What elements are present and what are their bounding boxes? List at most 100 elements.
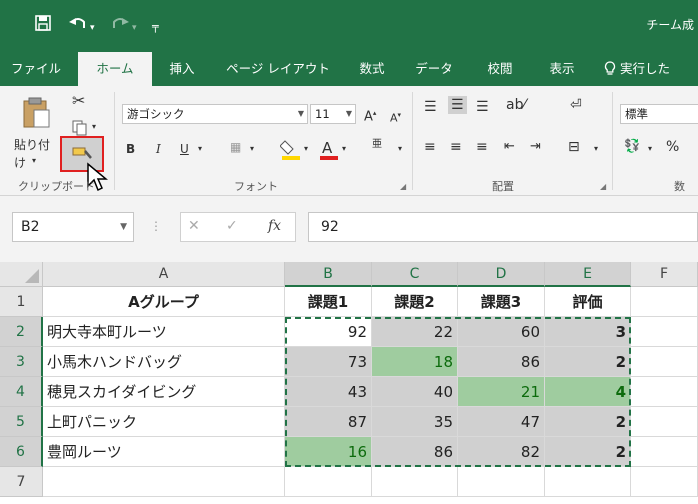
header-cell-task3[interactable]: 課題3 [458, 287, 545, 317]
score-cell[interactable]: 86 [458, 347, 545, 377]
evaluation-cell[interactable]: 3 [545, 317, 631, 347]
font-dialog-launcher-icon[interactable]: ◢ [400, 182, 406, 191]
score-cell-highlighted[interactable]: 21 [458, 377, 545, 407]
undo-icon[interactable] [68, 14, 88, 37]
alignment-dialog-launcher-icon[interactable]: ◢ [600, 182, 606, 191]
orientation-icon[interactable]: ab⁄ [506, 96, 526, 114]
empty-cell[interactable] [545, 467, 631, 497]
tab-page-layout[interactable]: ページ レイアウト [214, 52, 342, 86]
undo-dropdown-icon[interactable]: ▾ [90, 18, 95, 38]
increase-indent-icon[interactable]: ⇥ [530, 138, 541, 156]
column-header-d[interactable]: D [458, 262, 545, 287]
align-middle-icon[interactable]: ☰ [448, 96, 467, 114]
team-name-cell[interactable]: 上町パニック [43, 407, 285, 437]
customize-qat-icon[interactable]: ╤ [152, 17, 159, 37]
score-cell[interactable]: 87 [285, 407, 372, 437]
insert-function-icon[interactable]: fx [268, 212, 281, 242]
header-cell-task1[interactable]: 課題1 [285, 287, 372, 317]
decrease-indent-icon[interactable]: ⇤ [504, 138, 515, 156]
score-cell[interactable]: 47 [458, 407, 545, 437]
row-header-5[interactable]: 5 [0, 407, 43, 437]
team-name-cell[interactable]: 小馬木ハンドバッグ [43, 347, 285, 377]
align-center-icon[interactable]: ≡ [450, 138, 462, 156]
cut-icon[interactable]: ✂ [72, 92, 85, 110]
accounting-format-icon[interactable]: 💱 [624, 138, 640, 156]
empty-cell[interactable] [372, 467, 458, 497]
paste-button[interactable]: 貼り付け ▾ [8, 90, 60, 170]
row-header-7[interactable]: 7 [0, 467, 43, 497]
percent-style-button[interactable]: % [666, 138, 679, 156]
align-top-icon[interactable]: ☰ [424, 98, 437, 116]
name-box[interactable]: B2 ▼ [12, 212, 134, 242]
formula-input[interactable]: 92 [308, 212, 698, 242]
score-cell[interactable]: 43 [285, 377, 372, 407]
team-name-cell[interactable]: 豊岡ルーツ [43, 437, 285, 467]
tab-file[interactable]: ファイル [8, 52, 64, 86]
score-cell[interactable]: 82 [458, 437, 545, 467]
wrap-text-icon[interactable]: ⏎ [570, 96, 582, 114]
phonetic-dropdown-icon[interactable]: ▾ [398, 140, 402, 158]
decrease-font-size-icon[interactable]: A▾ [390, 106, 401, 128]
accounting-dropdown-icon[interactable]: ▾ [648, 140, 652, 158]
tab-review[interactable]: 校閲 [478, 52, 522, 86]
row-header-2[interactable]: 2 [0, 317, 43, 347]
save-icon[interactable] [34, 14, 52, 37]
empty-cell[interactable] [631, 347, 698, 377]
cancel-entry-icon[interactable]: ✕ [188, 212, 200, 242]
header-cell-group[interactable]: Aグループ [43, 287, 285, 317]
header-cell-eval[interactable]: 評価 [545, 287, 631, 317]
tab-insert[interactable]: 挿入 [160, 52, 204, 86]
score-cell-highlighted[interactable]: 16 [285, 437, 372, 467]
empty-cell[interactable] [631, 407, 698, 437]
empty-cell[interactable] [43, 467, 285, 497]
evaluation-cell[interactable]: 2 [545, 407, 631, 437]
tab-view[interactable]: 表示 [540, 52, 584, 86]
header-cell-task2[interactable]: 課題2 [372, 287, 458, 317]
select-all-button[interactable] [0, 262, 43, 287]
font-family-select[interactable]: 游ゴシック ▼ [122, 104, 308, 124]
score-cell[interactable]: 60 [458, 317, 545, 347]
merge-dropdown-icon[interactable]: ▾ [594, 140, 598, 158]
underline-dropdown-icon[interactable]: ▾ [198, 140, 202, 158]
borders-icon[interactable]: ▦ [230, 138, 241, 156]
evaluation-cell-highlighted[interactable]: 4 [545, 377, 631, 407]
tell-me-box[interactable]: 実行した [604, 52, 698, 86]
empty-cell[interactable] [631, 377, 698, 407]
evaluation-cell[interactable]: 2 [545, 437, 631, 467]
increase-font-size-icon[interactable]: A▴ [364, 104, 376, 126]
team-name-cell[interactable]: 穂見スカイダイビング [43, 377, 285, 407]
font-color-dropdown-icon[interactable]: ▾ [342, 140, 346, 158]
borders-dropdown-icon[interactable]: ▾ [250, 140, 254, 158]
bold-icon[interactable]: B [126, 140, 135, 158]
fill-color-icon[interactable] [279, 138, 302, 163]
underline-icon[interactable]: U [180, 140, 189, 158]
score-cell[interactable]: 40 [372, 377, 458, 407]
empty-cell[interactable] [631, 437, 698, 467]
column-header-e[interactable]: E [545, 262, 631, 287]
fill-color-dropdown-icon[interactable]: ▾ [304, 140, 308, 158]
font-color-icon[interactable]: A [318, 138, 340, 163]
evaluation-cell[interactable]: 2 [545, 347, 631, 377]
row-header-3[interactable]: 3 [0, 347, 43, 377]
empty-cell[interactable] [458, 467, 545, 497]
row-header-6[interactable]: 6 [0, 437, 43, 467]
empty-cell[interactable] [631, 467, 698, 497]
column-header-f[interactable]: F [631, 262, 698, 287]
tab-home[interactable]: ホーム [78, 52, 152, 86]
score-cell[interactable]: 86 [372, 437, 458, 467]
align-left-icon[interactable]: ≡ [424, 138, 436, 156]
score-cell[interactable]: 73 [285, 347, 372, 377]
row-header-4[interactable]: 4 [0, 377, 43, 407]
team-name-cell[interactable]: 明大寺本町ルーツ [43, 317, 285, 347]
score-cell[interactable]: 35 [372, 407, 458, 437]
merge-center-icon[interactable]: ⊟ [568, 138, 580, 156]
align-bottom-icon[interactable]: ☰ [476, 98, 489, 116]
tab-formulas[interactable]: 数式 [350, 52, 394, 86]
column-header-a[interactable]: A [43, 262, 285, 287]
empty-cell[interactable] [631, 287, 698, 317]
empty-cell[interactable] [285, 467, 372, 497]
italic-icon[interactable]: I [156, 140, 161, 158]
column-header-b[interactable]: B [285, 262, 372, 287]
row-header-1[interactable]: 1 [0, 287, 43, 317]
font-size-select[interactable]: 11 ▼ [310, 104, 356, 124]
